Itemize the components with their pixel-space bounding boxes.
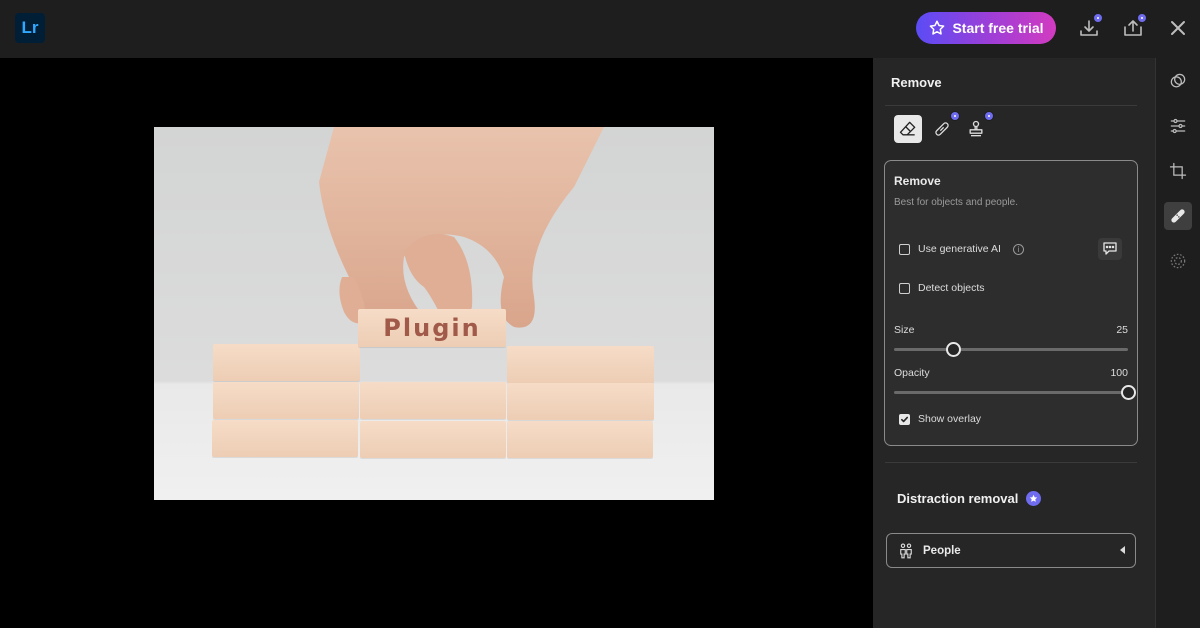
photo-canvas[interactable]: Plugin xyxy=(0,58,873,628)
wood-block xyxy=(507,421,653,458)
heal-brush-icon xyxy=(935,122,949,136)
wood-block xyxy=(213,344,360,381)
size-label: Size xyxy=(894,324,915,336)
show-overlay-row: Show overlay xyxy=(899,413,981,425)
generative-ai-checkbox[interactable] xyxy=(899,243,910,255)
star-icon xyxy=(930,20,945,35)
masking-icon xyxy=(1170,253,1186,269)
clone-stamp-icon xyxy=(969,120,983,137)
presets-icon xyxy=(1170,73,1186,88)
checkmark-icon xyxy=(900,416,909,422)
divider xyxy=(885,462,1137,463)
remove-panel: Remove Remove Best for objects and peopl… xyxy=(873,58,1155,628)
divider xyxy=(885,105,1137,106)
eraser-icon xyxy=(899,121,916,136)
detect-objects-row: Detect objects xyxy=(899,282,985,294)
premium-badge xyxy=(950,111,960,121)
wood-block xyxy=(360,421,506,458)
premium-badge xyxy=(1093,13,1103,23)
detect-objects-label: Detect objects xyxy=(918,282,985,294)
info-icon[interactable]: i xyxy=(1012,243,1024,255)
adjust-button[interactable] xyxy=(1164,112,1192,140)
detect-objects-checkbox[interactable] xyxy=(899,282,910,294)
remove-options-card: Remove Best for objects and people. Use … xyxy=(884,160,1138,446)
opacity-label: Opacity xyxy=(894,367,930,379)
wood-block xyxy=(507,383,654,420)
chat-icon xyxy=(1103,242,1117,255)
people-removal-dropdown[interactable]: People xyxy=(886,533,1136,568)
masking-button[interactable] xyxy=(1164,247,1192,275)
people-label: People xyxy=(923,544,961,557)
size-value: 25 xyxy=(1116,324,1128,336)
card-title: Remove xyxy=(894,174,941,188)
lightroom-logo[interactable]: Lr xyxy=(15,13,45,43)
adjust-sliders-icon xyxy=(1170,118,1186,134)
size-slider[interactable] xyxy=(894,342,1128,357)
premium-badge xyxy=(984,111,994,121)
wood-block xyxy=(360,382,506,419)
opacity-value: 100 xyxy=(1110,367,1128,379)
show-overlay-checkbox[interactable] xyxy=(899,413,910,425)
size-slider-thumb[interactable] xyxy=(945,342,961,357)
top-bar: Lr Start free trial xyxy=(0,0,1200,58)
crop-button[interactable] xyxy=(1164,157,1192,185)
share-icon[interactable] xyxy=(1121,13,1147,40)
close-icon[interactable] xyxy=(1166,16,1190,40)
healing-bandage-icon xyxy=(1171,209,1185,223)
opacity-slider[interactable] xyxy=(894,385,1136,400)
distraction-removal-title: Distraction removal xyxy=(897,491,1019,506)
chevron-left-icon xyxy=(1120,546,1125,554)
wood-block xyxy=(213,382,359,419)
feedback-button[interactable] xyxy=(1098,238,1122,260)
distraction-removal-heading: Distraction removal xyxy=(897,491,1042,506)
panel-title: Remove xyxy=(891,75,942,90)
crop-icon xyxy=(1169,162,1187,180)
wood-block xyxy=(507,346,654,383)
people-icon xyxy=(900,543,912,558)
remove-button[interactable] xyxy=(1164,202,1192,230)
start-free-trial-button[interactable]: Start free trial xyxy=(916,12,1056,44)
wood-block xyxy=(212,420,358,457)
premium-star-icon xyxy=(1026,491,1042,506)
generative-ai-label: Use generative AI xyxy=(918,243,1001,255)
opacity-slider-thumb[interactable] xyxy=(1121,385,1136,400)
clone-tool[interactable] xyxy=(962,111,994,143)
eraser-tool[interactable] xyxy=(894,115,922,143)
presets-button[interactable] xyxy=(1164,67,1192,95)
premium-badge xyxy=(1137,13,1147,23)
plugin-block-text: Plugin xyxy=(358,309,506,347)
start-free-trial-label: Start free trial xyxy=(952,20,1044,36)
show-overlay-label: Show overlay xyxy=(918,413,982,425)
card-subtitle: Best for objects and people. xyxy=(894,197,1018,208)
photo-preview[interactable]: Plugin xyxy=(154,127,714,500)
edit-tools-rail xyxy=(1155,58,1200,628)
generative-ai-row: Use generative AI i xyxy=(899,243,1024,255)
download-icon[interactable] xyxy=(1077,13,1103,40)
heal-tool[interactable] xyxy=(928,111,960,143)
